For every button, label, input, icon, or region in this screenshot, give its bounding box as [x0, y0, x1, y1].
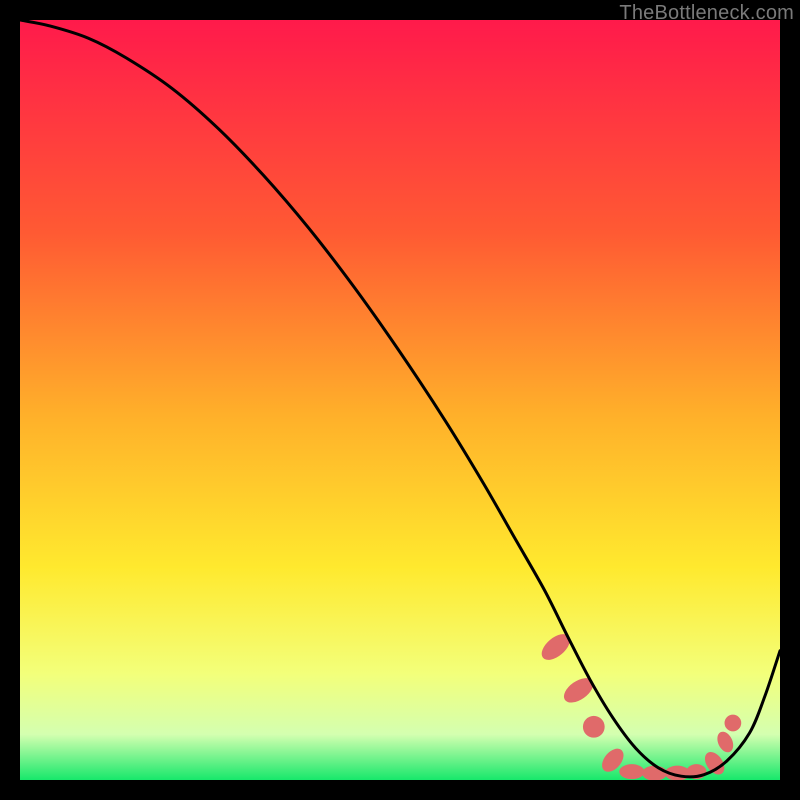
curve-marker: [725, 715, 742, 732]
bottleneck-curve-chart: [20, 20, 780, 780]
curve-marker: [619, 764, 644, 779]
attribution-label: TheBottleneck.com: [619, 2, 794, 25]
curve-marker: [642, 766, 667, 780]
curve-marker: [583, 716, 605, 738]
gradient-background: [20, 20, 780, 780]
